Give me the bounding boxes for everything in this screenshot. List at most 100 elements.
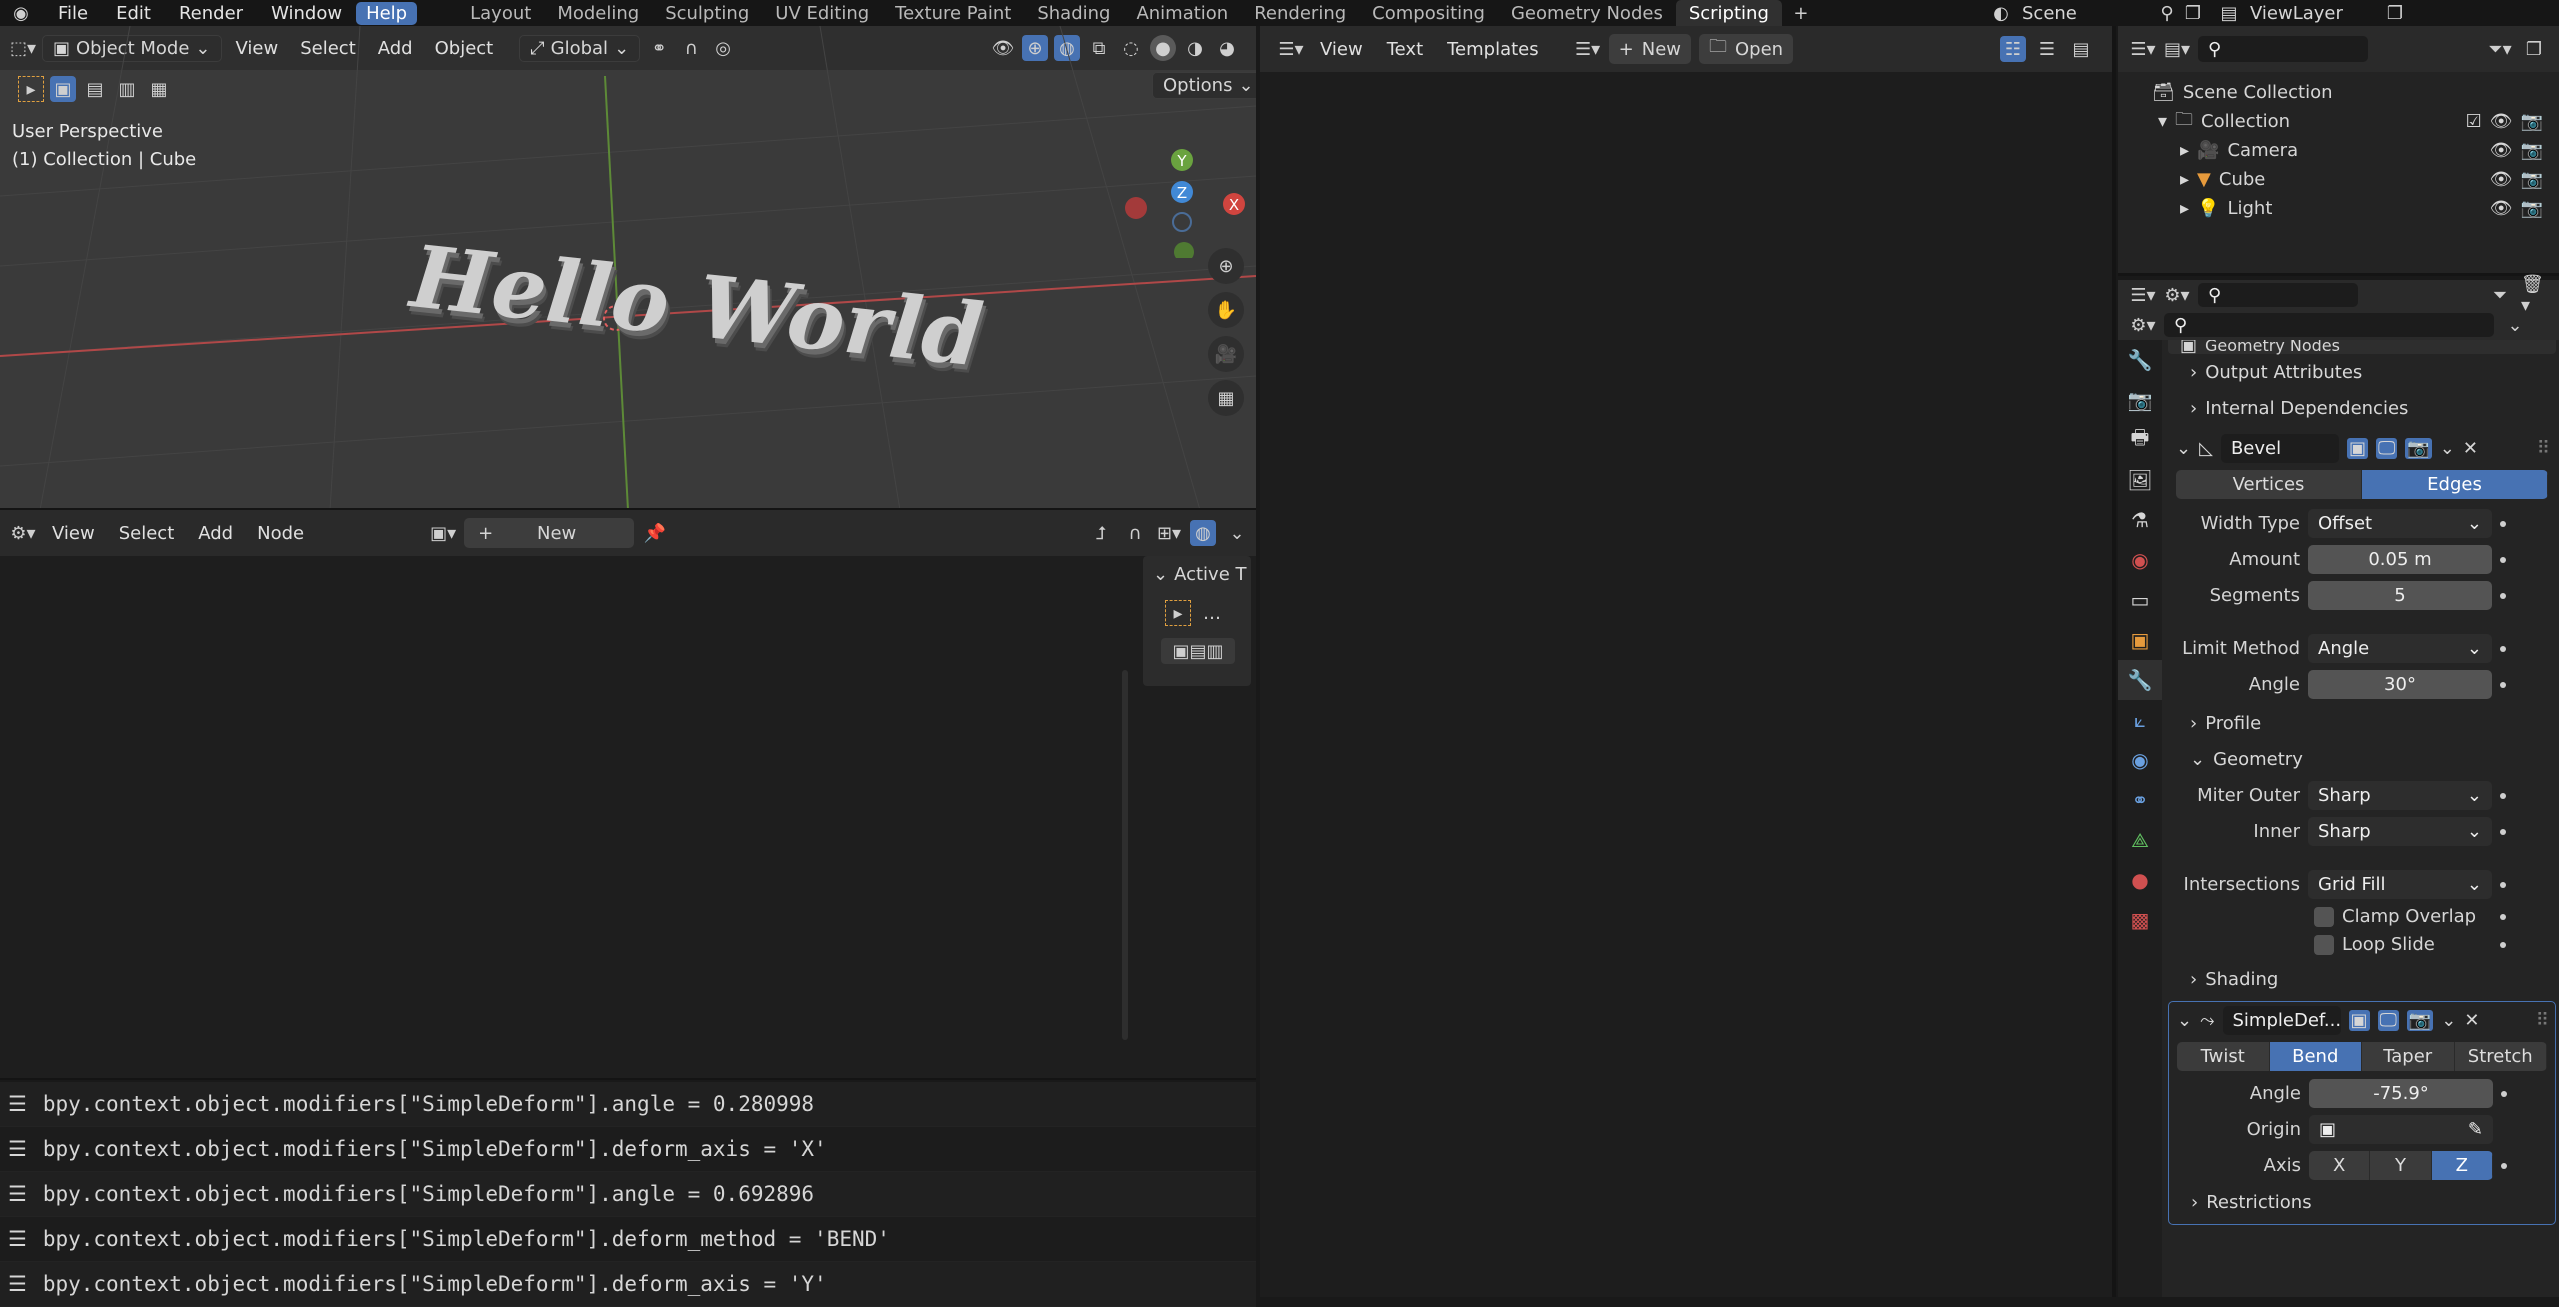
- deform-angle-field[interactable]: -75.9°: [2309, 1079, 2493, 1108]
- properties-search-input[interactable]: ⚲: [2198, 283, 2358, 307]
- clamp-overlap-checkbox[interactable]: Clamp Overlap: [2308, 906, 2492, 927]
- text-editor-type-icon[interactable]: ☰▾: [1278, 36, 1304, 62]
- pan-hand-icon[interactable]: ✋: [1208, 292, 1244, 328]
- collection-row[interactable]: ▾ 🗀 Collection ☑ 👁 📷: [2152, 107, 2559, 136]
- scene-collection-row[interactable]: 🗃 Scene Collection: [2152, 78, 2559, 107]
- outliner-item-camera[interactable]: ▸ 🎥 Camera 👁 📷: [2152, 136, 2559, 165]
- world-tab-icon[interactable]: ◉: [2118, 540, 2162, 580]
- tab-rendering[interactable]: Rendering: [1241, 3, 1359, 24]
- node-tree-type-icon[interactable]: ▣▾: [430, 520, 456, 546]
- keyframe-dot-icon[interactable]: [2501, 1162, 2507, 1169]
- render-tab-icon[interactable]: 📷: [2118, 380, 2162, 420]
- tab-layout[interactable]: Layout: [457, 3, 544, 24]
- new-collection-icon[interactable]: ❐: [2521, 36, 2547, 62]
- keyframe-dot-icon[interactable]: [2500, 941, 2506, 948]
- context-icon[interactable]: ⚙▾: [2130, 312, 2156, 338]
- log-line[interactable]: ☰ bpy.context.object.modifiers["SimpleDef…: [0, 1262, 1256, 1307]
- copy-icon[interactable]: ❐: [2180, 0, 2206, 26]
- edit-mode-toggle-icon[interactable]: ▣: [2346, 437, 2368, 459]
- text-datablock-icon[interactable]: ☰▾: [1575, 36, 1601, 62]
- particles-tab-icon[interactable]: ⟀: [2118, 700, 2162, 740]
- view-layer-icon[interactable]: ▤: [2216, 0, 2242, 26]
- filter-icon[interactable]: ⏷: [2487, 282, 2513, 308]
- node-editor-type-icon[interactable]: ⚙▾: [10, 520, 36, 546]
- select-box-icon[interactable]: ▸: [18, 76, 44, 102]
- internal-dependencies-panel[interactable]: › Internal Dependencies: [2168, 390, 2556, 426]
- word-wrap-icon[interactable]: ☰: [2034, 36, 2060, 62]
- tab-animation[interactable]: Animation: [1123, 3, 1241, 24]
- menu-edit[interactable]: Edit: [102, 3, 165, 24]
- keyframe-dot-icon[interactable]: [2500, 556, 2506, 563]
- eye-icon[interactable]: 👁: [2490, 198, 2513, 219]
- camera-render-icon[interactable]: 📷: [2521, 111, 2543, 132]
- scene-name[interactable]: Scene: [2014, 3, 2154, 24]
- syntax-highlight-icon[interactable]: ▤: [2068, 36, 2094, 62]
- camera-render-icon[interactable]: 📷: [2521, 198, 2543, 219]
- chevron-down-icon[interactable]: ⌄: [1224, 520, 1250, 546]
- keyframe-dot-icon[interactable]: [2500, 592, 2506, 599]
- keyframe-dot-icon[interactable]: [2500, 681, 2506, 688]
- intersections-dropdown[interactable]: Grid Fill ⌄: [2308, 870, 2492, 899]
- perspective-grid-icon[interactable]: ▦: [1208, 380, 1244, 416]
- miter-inner-dropdown[interactable]: Sharp ⌄: [2308, 817, 2492, 846]
- amount-field[interactable]: 0.05 m: [2308, 545, 2492, 574]
- select-mode-subtract-icon[interactable]: ▥: [114, 76, 140, 102]
- select-mode-icons[interactable]: ▣▤▥: [1161, 638, 1235, 664]
- eyedropper-icon[interactable]: ✎: [2468, 1119, 2483, 1140]
- texture-tab-icon[interactable]: ▩: [2118, 900, 2162, 940]
- miter-outer-dropdown[interactable]: Sharp ⌄: [2308, 781, 2492, 810]
- expand-chevron-icon[interactable]: ▾: [2158, 111, 2167, 132]
- node-editor-scrollbar[interactable]: [1122, 670, 1128, 1040]
- node-menu-add[interactable]: Add: [190, 523, 241, 544]
- edit-mode-toggle-icon[interactable]: ▣: [2348, 1009, 2370, 1031]
- segments-field[interactable]: 5: [2308, 581, 2492, 610]
- eye-icon[interactable]: 👁: [2490, 140, 2513, 161]
- modifier-dropdown-icon[interactable]: ⌄: [2441, 1010, 2456, 1031]
- pin-icon[interactable]: ⚲: [2154, 0, 2180, 26]
- method-bend-button[interactable]: Bend: [2269, 1042, 2362, 1071]
- log-line[interactable]: ☰ bpy.context.object.modifiers["SimpleDef…: [0, 1217, 1256, 1262]
- line-numbers-icon[interactable]: ☷: [2000, 36, 2026, 62]
- select-mode-extend-icon[interactable]: ▤: [82, 76, 108, 102]
- properties-editor[interactable]: ☰▾ ⚙▾ ⚲ ⏷ 🗑▾ ⚙▾ ⚲ ⌄ 🔧 📷 🖶 🖼 ⚗ ◉ ▭ ▣ 🔧 ⟀ …: [2118, 274, 2559, 1297]
- blender-logo-icon[interactable]: ◉: [8, 0, 34, 26]
- options-dropdown[interactable]: Options ⌄: [1152, 72, 1256, 99]
- eye-icon[interactable]: 👁: [2490, 111, 2513, 132]
- keyframe-dot-icon[interactable]: [2500, 913, 2506, 920]
- new-view-layer-icon[interactable]: ❐: [2382, 0, 2408, 26]
- outliner-item-cube[interactable]: ▸ ▼ Cube 👁 📷: [2152, 165, 2559, 194]
- keyframe-dot-icon[interactable]: [2500, 881, 2506, 888]
- node-menu-node[interactable]: Node: [249, 523, 312, 544]
- properties-filter-input[interactable]: ⚲: [2164, 313, 2494, 337]
- tab-geometry-nodes[interactable]: Geometry Nodes: [1498, 3, 1676, 24]
- scene-icon[interactable]: ◐: [1988, 0, 2014, 26]
- snap-icon[interactable]: ∩: [1122, 520, 1148, 546]
- output-attributes-panel[interactable]: › Output Attributes: [2168, 354, 2556, 390]
- new-node-tree-button[interactable]: + New: [464, 518, 635, 548]
- axis-x-button[interactable]: X: [2309, 1151, 2371, 1180]
- new-text-button[interactable]: + New: [1608, 34, 1691, 64]
- tab-shading[interactable]: Shading: [1024, 3, 1123, 24]
- axis-y-button[interactable]: Y: [2370, 1151, 2432, 1180]
- expand-chevron-icon[interactable]: ▸: [2180, 169, 2189, 190]
- tab-scripting[interactable]: Scripting: [1675, 0, 1782, 26]
- constraints-tab-icon[interactable]: ⚭: [2118, 780, 2162, 820]
- modifier-tab-icon[interactable]: 🔧: [2118, 660, 2162, 700]
- object-tab-icon[interactable]: ▣: [2118, 620, 2162, 660]
- width-type-dropdown[interactable]: Offset ⌄: [2308, 509, 2492, 538]
- keyframe-dot-icon[interactable]: [2501, 1090, 2507, 1097]
- profile-panel[interactable]: › Profile: [2168, 705, 2556, 741]
- camera-render-icon[interactable]: 📷: [2521, 169, 2543, 190]
- checkbox-icon[interactable]: ☑: [2466, 111, 2482, 132]
- properties-type-icon[interactable]: ☰▾: [2130, 282, 2156, 308]
- node-menu-select[interactable]: Select: [111, 523, 183, 544]
- eye-icon[interactable]: 👁: [2490, 169, 2513, 190]
- scene-tab-icon[interactable]: ⚗: [2118, 500, 2162, 540]
- filter-icon[interactable]: ⏷▾: [2487, 36, 2513, 62]
- geometry-panel[interactable]: ⌄ Geometry: [2168, 741, 2556, 777]
- tab-modeling[interactable]: Modeling: [544, 3, 652, 24]
- navigation-gizmo[interactable]: X Y Z: [1110, 118, 1250, 258]
- collapse-chevron-icon[interactable]: ⌄: [2176, 438, 2191, 459]
- delete-icon[interactable]: 🗑▾: [2521, 274, 2547, 316]
- affect-vertices-button[interactable]: Vertices: [2176, 470, 2362, 499]
